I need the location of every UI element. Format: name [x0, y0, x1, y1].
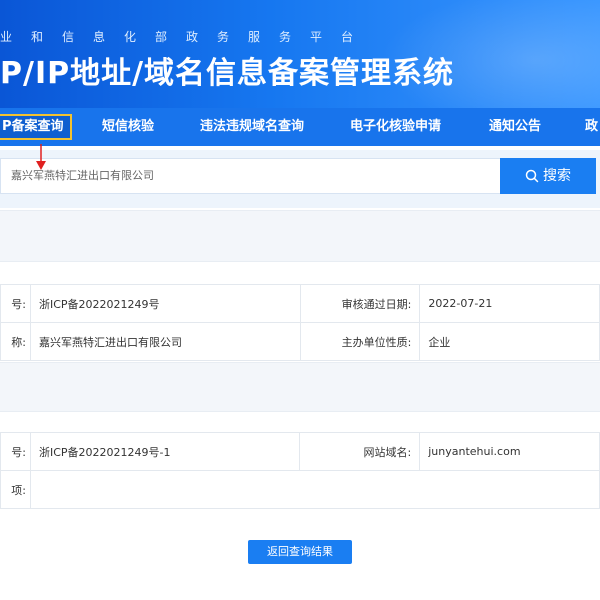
banner-subtitle: 业和信息化部政务服务平台 — [0, 30, 373, 44]
field-value: 浙ICP备2022021249号 — [29, 284, 301, 323]
field-label: 网站域名: — [299, 432, 421, 471]
field-label: 项: — [0, 470, 31, 509]
field-label: 号: — [0, 284, 31, 323]
nav-item-notices[interactable]: 通知公告 — [489, 108, 541, 146]
main-nav: P备案查询 短信核验 违法违规域名查询 电子化核验申请 通知公告 政 — [0, 108, 600, 146]
site-info-table: 号: 浙ICP备2022021249号-1 网站域名: junyantehui.… — [0, 432, 600, 509]
nav-item-overflow[interactable]: 政 — [585, 108, 598, 146]
nav-item-sms-verify[interactable]: 短信核验 — [102, 108, 154, 146]
banner-title: P/IP地址/域名信息备案管理系统 — [0, 56, 455, 91]
field-label: 号: — [0, 432, 31, 471]
nav-item-illegal-domain-query[interactable]: 违法违规域名查询 — [200, 108, 304, 146]
nav-item-electronic-verify[interactable]: 电子化核验申请 — [350, 108, 441, 146]
search-button-label: 搜索 — [543, 168, 571, 184]
field-value: 嘉兴军燕特汇进出口有限公司 — [29, 322, 301, 361]
header-banner: 业和信息化部政务服务平台 P/IP地址/域名信息备案管理系统 — [0, 0, 600, 108]
back-to-results-button[interactable]: 返回查询结果 — [248, 540, 352, 564]
table-row: 项: — [0, 470, 600, 509]
field-value: 2022-07-21 — [419, 284, 600, 323]
section-divider — [0, 210, 600, 262]
nav-item-icp-query[interactable]: P备案查询 — [0, 114, 72, 140]
search-button[interactable]: 搜索 — [500, 158, 596, 194]
unit-info-table: 号: 浙ICP备2022021249号 审核通过日期: 2022-07-21 称… — [0, 284, 600, 361]
field-value — [29, 470, 600, 509]
field-label: 称: — [0, 322, 31, 361]
field-value: 浙ICP备2022021249号-1 — [29, 432, 301, 471]
annotation-arrow-icon — [36, 144, 46, 170]
field-label: 审核通过日期: — [299, 284, 421, 323]
search-icon — [525, 169, 539, 183]
field-label: 主办单位性质: — [299, 322, 421, 361]
search-input[interactable]: 嘉兴军燕特汇进出口有限公司 — [0, 158, 500, 194]
table-row: 称: 嘉兴军燕特汇进出口有限公司 主办单位性质: 企业 — [0, 322, 600, 361]
field-value: 企业 — [419, 322, 600, 361]
table-row: 号: 浙ICP备2022021249号-1 网站域名: junyantehui.… — [0, 432, 600, 471]
table-row: 号: 浙ICP备2022021249号 审核通过日期: 2022-07-21 — [0, 284, 600, 323]
section-divider — [0, 362, 600, 412]
field-value: junyantehui.com — [419, 432, 600, 471]
